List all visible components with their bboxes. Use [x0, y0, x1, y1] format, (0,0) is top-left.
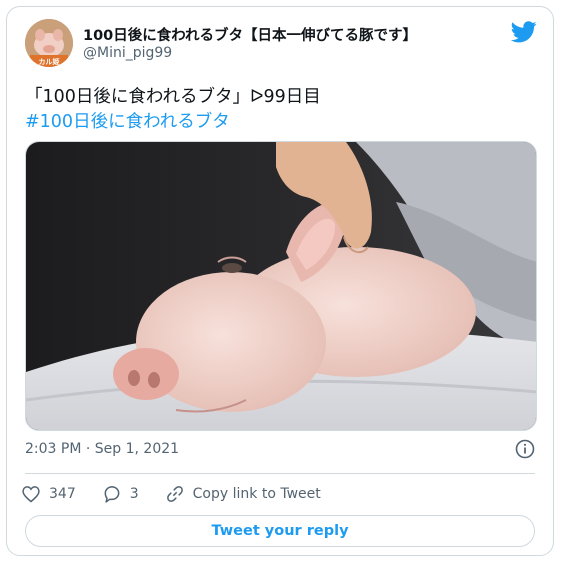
tweet-text-line: 「100日後に食われるブタ」ᐅ99日目 [25, 87, 321, 107]
tweet-actions: 347 3 Copy link to Tweet [21, 481, 347, 507]
tweet-text: 「100日後に食われるブタ」ᐅ99日目 #100日後に食われるブタ [25, 85, 321, 135]
avatar-label: カル姫 [39, 57, 60, 66]
tweet-your-reply-button[interactable]: Tweet your reply [25, 515, 535, 547]
info-icon[interactable] [515, 439, 535, 459]
like-count: 347 [49, 486, 76, 502]
divider [25, 473, 535, 474]
reply-button[interactable]: 3 [102, 484, 139, 504]
reply-count: 3 [129, 486, 139, 502]
tweet-card: カル姫 100日後に食われるブタ【日本一伸びてる豚です】 @Mini_pig99… [6, 6, 554, 556]
copy-link-label: Copy link to Tweet [192, 486, 321, 502]
copy-link-button[interactable]: Copy link to Tweet [165, 484, 321, 504]
avatar-image: カル姫 [25, 19, 73, 67]
pig-photo [26, 142, 536, 430]
like-button[interactable]: 347 [21, 484, 76, 504]
twitter-bird-icon[interactable] [511, 21, 537, 43]
link-icon [166, 486, 183, 502]
tweet-timestamp[interactable]: 2:03 PM · Sep 1, 2021 [25, 441, 179, 457]
author-name[interactable]: 100日後に食われるブタ【日本一伸びてる豚です】 [83, 24, 417, 45]
tweet-media-photo[interactable] [25, 141, 537, 431]
avatar[interactable]: カル姫 [25, 19, 73, 67]
reply-icon [104, 486, 120, 503]
hashtag-link[interactable]: #100日後に食われるブタ [25, 110, 321, 135]
author-handle[interactable]: @Mini_pig99 [83, 45, 172, 61]
heart-icon [22, 486, 40, 503]
